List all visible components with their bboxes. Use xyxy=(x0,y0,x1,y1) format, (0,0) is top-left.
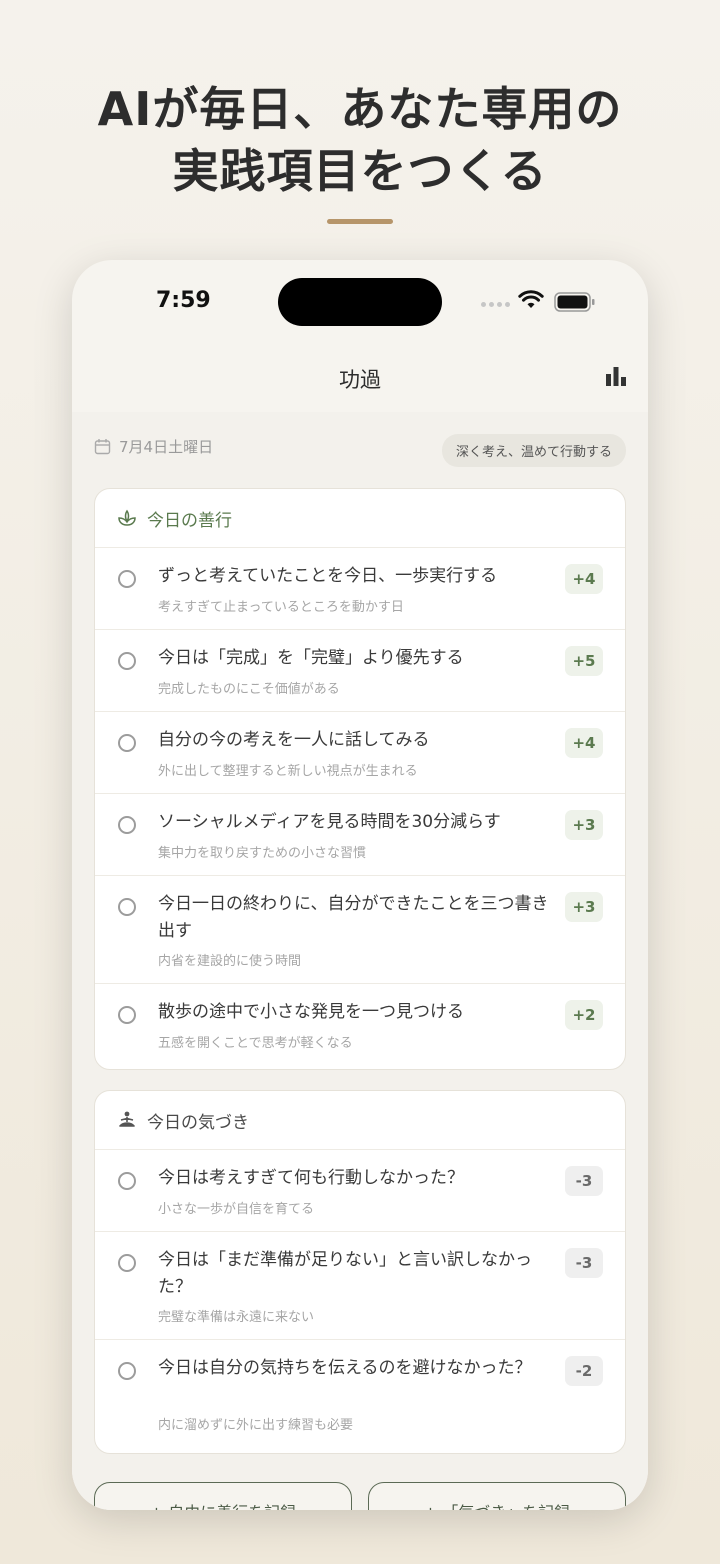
points-badge: +2 xyxy=(565,1000,603,1030)
good-deed-checkbox[interactable] xyxy=(118,898,136,916)
record-reflection-button[interactable]: + 「気づき」を記録 xyxy=(368,1482,626,1510)
good-deeds-card: 今日の善行 ずっと考えていたことを今日、一歩実行する 考えすぎて止まっているとこ… xyxy=(94,488,626,1070)
reflection-title: 今日の気づき xyxy=(147,1112,249,1133)
record-good-deed-button[interactable]: + 自由に善行を記録 xyxy=(94,1482,352,1510)
points-badge: +4 xyxy=(565,728,603,758)
reflection-subtitle: 内に溜めずに外に出す練習も必要 xyxy=(158,1418,354,1433)
reflection-checkbox[interactable] xyxy=(118,1362,136,1380)
good-deed-title: 散歩の途中で小さな発見を一つ見つける xyxy=(158,1002,464,1022)
reflection-subtitle: 小さな一歩が自信を育てる xyxy=(158,1202,315,1217)
wifi-icon xyxy=(518,290,544,308)
good-deed-checkbox[interactable] xyxy=(118,1006,136,1024)
reflection-row[interactable]: 今日は自分の気持ちを伝えるのを避けなかった？ 内に溜めずに外に出す練習も必要 -… xyxy=(95,1340,625,1452)
meditation-icon xyxy=(119,1111,135,1127)
good-deed-subtitle: 完成したものにこそ価値がある xyxy=(158,682,340,697)
good-deed-row[interactable]: ソーシャルメディアを見る時間を30分減らす 集中力を取り戻すための小さな習慣 +… xyxy=(95,794,625,876)
good-deed-checkbox[interactable] xyxy=(118,570,136,588)
good-deed-row[interactable]: 散歩の途中で小さな発見を一つ見つける 五感を開くことで思考が軽くなる +2 xyxy=(95,984,625,1069)
calendar-icon xyxy=(94,439,111,455)
good-deed-subtitle: 考えすぎて止まっているところを動かす日 xyxy=(158,600,404,615)
reflection-question: 今日は「まだ準備が足りない」と言い訳しなかった？ xyxy=(158,1250,532,1297)
good-deed-row[interactable]: ずっと考えていたことを今日、一歩実行する 考えすぎて止まっているところを動かす日… xyxy=(95,548,625,630)
good-deed-title: ソーシャルメディアを見る時間を30分減らす xyxy=(158,812,501,832)
points-badge: -2 xyxy=(565,1356,603,1386)
reflection-question: 今日は自分の気持ちを伝えるのを避けなかった？ xyxy=(158,1358,532,1378)
points-badge: +3 xyxy=(565,892,603,922)
good-deed-checkbox[interactable] xyxy=(118,652,136,670)
bar-chart-icon[interactable] xyxy=(604,364,628,388)
reflection-card: 今日の気づき 今日は考えすぎて何も行動しなかった？ 小さな一歩が自信を育てる -… xyxy=(94,1090,626,1454)
battery-icon xyxy=(554,292,595,312)
reflection-question: 今日は考えすぎて何も行動しなかった？ xyxy=(158,1168,464,1188)
reflection-checkbox[interactable] xyxy=(118,1172,136,1190)
date-label: 7月4日土曜日 xyxy=(119,438,214,456)
points-badge: -3 xyxy=(565,1166,603,1196)
main-content: 7月4日土曜日 深く考え、温めて行動する 今日の善行 ずっと考えていたことを今日… xyxy=(72,412,648,1510)
reflection-subtitle: 完璧な準備は永遠に来ない xyxy=(158,1310,315,1325)
headline-line-2: 実践項目をつくる xyxy=(172,144,548,198)
good-deeds-title: 今日の善行 xyxy=(147,510,232,531)
points-badge: -3 xyxy=(565,1248,603,1278)
good-deed-subtitle: 五感を開くことで思考が軽くなる xyxy=(158,1036,353,1051)
reflection-checkbox[interactable] xyxy=(118,1254,136,1272)
good-deed-row[interactable]: 自分の今の考えを一人に話してみる 外に出して整理すると新しい視点が生まれる +4 xyxy=(95,712,625,794)
good-deed-title: 今日一日の終わりに、自分ができたことを三つ書き出す xyxy=(158,894,549,941)
good-deed-title: 今日は「完成」を「完璧」より優先する xyxy=(158,648,464,668)
good-deed-subtitle: 外に出して整理すると新しい視点が生まれる xyxy=(158,764,418,779)
good-deed-checkbox[interactable] xyxy=(118,734,136,752)
headline-line-1: AIが毎日、あなた専用の xyxy=(97,82,623,136)
good-deed-row[interactable]: 今日は「完成」を「完璧」より優先する 完成したものにこそ価値がある +5 xyxy=(95,630,625,712)
status-time: 7:59 xyxy=(156,288,211,313)
points-badge: +3 xyxy=(565,810,603,840)
good-deeds-header: 今日の善行 xyxy=(95,489,625,548)
good-deed-row[interactable]: 今日一日の終わりに、自分ができたことを三つ書き出す 内省を建設的に使う時間 +3 xyxy=(95,876,625,984)
good-deed-title: 自分の今の考えを一人に話してみる xyxy=(158,730,430,750)
reflection-header: 今日の気づき xyxy=(95,1091,625,1150)
good-deed-subtitle: 集中力を取り戻すための小さな習慣 xyxy=(158,846,367,861)
app-title: 功過 xyxy=(339,368,381,392)
reflection-row[interactable]: 今日は考えすぎて何も行動しなかった？ 小さな一歩が自信を育てる -3 xyxy=(95,1150,625,1232)
good-deed-checkbox[interactable] xyxy=(118,816,136,834)
points-badge: +5 xyxy=(565,646,603,676)
good-deed-subtitle: 内省を建設的に使う時間 xyxy=(158,954,302,969)
reflection-row[interactable]: 今日は「まだ準備が足りない」と言い訳しなかった？ 完璧な準備は永遠に来ない -3 xyxy=(95,1232,625,1340)
cellular-signal-icon xyxy=(481,302,510,307)
points-badge: +4 xyxy=(565,564,603,594)
phone-frame: 7:59 功過 7月4日土曜日 深く考え、温めて行動する 今日の善行 ずっと考え… xyxy=(72,260,648,1510)
good-deed-title: ずっと考えていたことを今日、一歩実行する xyxy=(158,566,498,586)
date-row: 7月4日土曜日 xyxy=(94,436,213,457)
daily-theme-chip: 深く考え、温めて行動する xyxy=(441,434,626,467)
dynamic-island xyxy=(278,278,442,326)
headline-accent-bar xyxy=(327,219,393,224)
sprout-icon xyxy=(118,509,136,526)
headline: AIが毎日、あなた専用の 実践項目をつくる xyxy=(0,78,720,202)
